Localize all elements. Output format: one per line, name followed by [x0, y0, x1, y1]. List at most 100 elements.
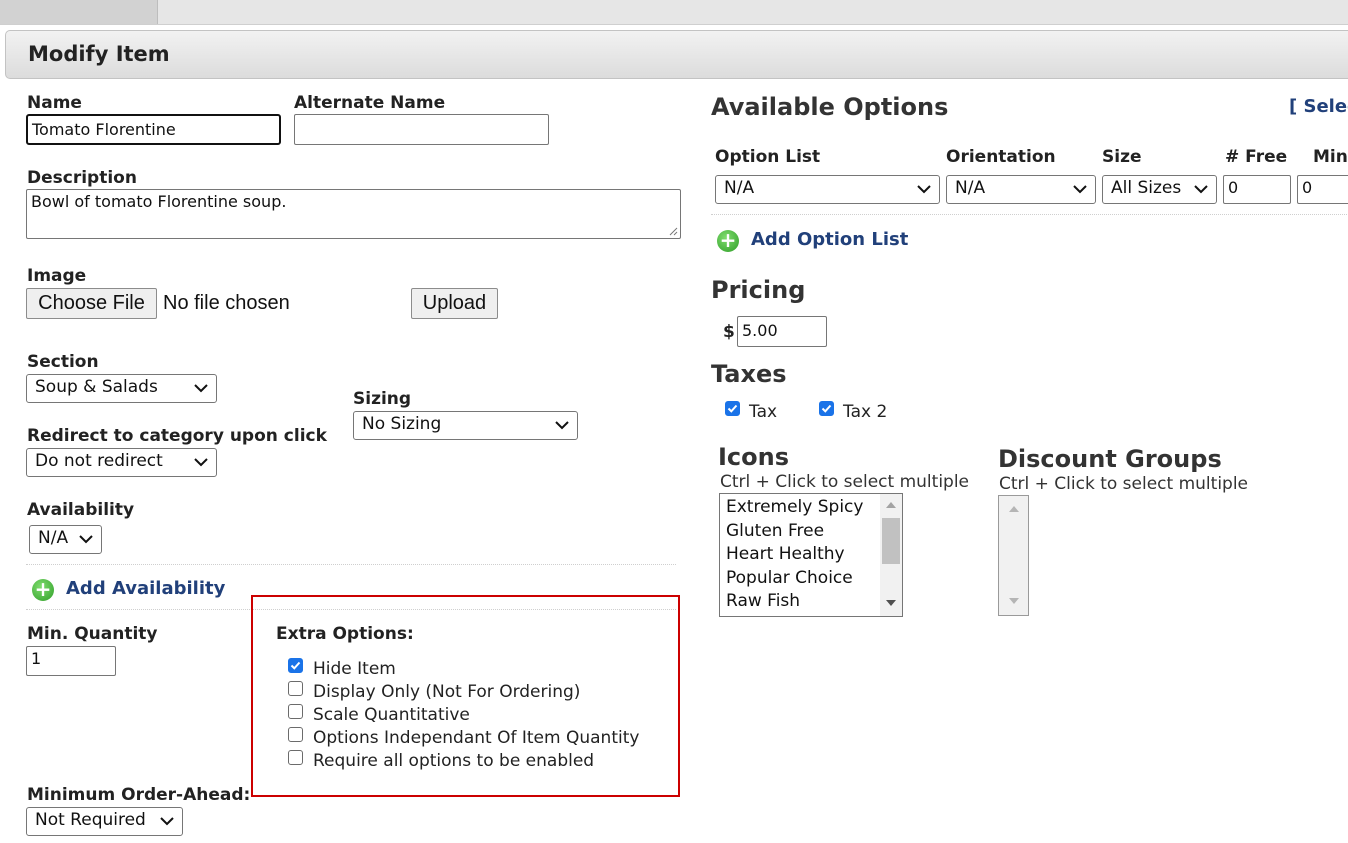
check-icon	[727, 404, 738, 413]
no-file-chosen-text: No file chosen	[163, 292, 290, 314]
upload-button[interactable]: Upload	[411, 288, 498, 319]
free-header: # Free	[1225, 147, 1288, 167]
require-all-options-label: Require all options to be enabled	[313, 751, 595, 771]
redirect-select[interactable]: Do not redirect	[26, 448, 217, 477]
description-label: Description	[27, 168, 137, 188]
image-label: Image	[27, 266, 87, 286]
sizing-select-value: No Sizing	[362, 414, 442, 434]
alternate-name-label: Alternate Name	[294, 93, 446, 113]
panel-header	[5, 30, 1348, 79]
resize-grip-icon[interactable]	[668, 226, 678, 236]
chevron-down-icon	[194, 457, 208, 466]
options-independent-checkbox[interactable]	[288, 727, 303, 742]
icons-list: Extremely Spicy Gluten Free Heart Health…	[720, 496, 880, 614]
add-option-list-link[interactable]: Add Option List	[751, 229, 908, 250]
list-item[interactable]: Raw Fish	[720, 590, 880, 614]
scroll-down-icon[interactable]	[1009, 598, 1019, 604]
tax-2-checkbox[interactable]	[819, 401, 834, 416]
name-label: Name	[27, 93, 82, 113]
orientation-header: Orientation	[946, 147, 1056, 167]
min-quantity-field[interactable]: 1	[26, 646, 116, 676]
section-select[interactable]: Soup & Salads	[26, 374, 217, 403]
free-field[interactable]: 0	[1223, 175, 1291, 204]
chevron-down-icon	[160, 816, 174, 825]
scrollbar-thumb[interactable]	[882, 518, 900, 564]
divider	[26, 564, 676, 565]
tax-2-label: Tax 2	[843, 402, 888, 422]
discount-groups-title: Discount Groups	[998, 445, 1222, 473]
icons-hint: Ctrl + Click to select multiple	[720, 472, 970, 492]
description-textarea[interactable]: Bowl of tomato Florentine soup.	[26, 189, 681, 239]
list-item[interactable]: Extremely Spicy	[720, 496, 880, 520]
panel-title: Modify Item	[28, 42, 170, 66]
tax-label: Tax	[749, 402, 778, 422]
scroll-down-icon[interactable]	[886, 600, 896, 606]
hide-item-checkbox[interactable]	[288, 658, 303, 673]
min-order-ahead-label: Minimum Order-Ahead:	[27, 785, 251, 805]
select-link[interactable]: [ Selec	[1289, 96, 1348, 117]
taxes-title: Taxes	[711, 360, 787, 388]
display-only-label: Display Only (Not For Ordering)	[313, 682, 581, 702]
available-options-title: Available Options	[711, 93, 949, 121]
size-header: Size	[1102, 147, 1142, 167]
name-field[interactable]: Tomato Florentine	[26, 114, 281, 145]
extra-options-title: Extra Options:	[276, 624, 414, 644]
alternate-name-field[interactable]	[294, 114, 549, 145]
option-list-header: Option List	[715, 147, 821, 167]
display-only-checkbox[interactable]	[288, 681, 303, 696]
section-select-value: Soup & Salads	[35, 377, 158, 397]
price-field[interactable]: 5.00	[737, 316, 827, 347]
size-select[interactable]: All Sizes	[1102, 175, 1217, 204]
min-field[interactable]: 0	[1297, 175, 1348, 204]
sizing-select[interactable]: No Sizing	[353, 411, 578, 440]
discount-groups-hint: Ctrl + Click to select multiple	[999, 474, 1249, 494]
add-availability-link[interactable]: Add Availability	[66, 578, 225, 599]
min-header: Min	[1313, 147, 1348, 167]
option-list-select[interactable]: N/A	[715, 175, 940, 204]
option-list-value: N/A	[724, 178, 755, 198]
pricing-title: Pricing	[711, 276, 806, 304]
scrollbar[interactable]	[880, 494, 902, 616]
check-icon	[290, 661, 301, 670]
availability-label: Availability	[27, 500, 135, 520]
add-icon[interactable]: +	[32, 579, 54, 601]
chevron-down-icon	[79, 534, 93, 543]
list-item[interactable]: Popular Choice	[720, 567, 880, 591]
top-tab[interactable]	[0, 0, 158, 24]
choose-file-button[interactable]: Choose File	[26, 288, 157, 319]
redirect-select-value: Do not redirect	[35, 451, 163, 471]
min-order-ahead-value: Not Required	[35, 810, 146, 830]
chevron-down-icon	[194, 383, 208, 392]
scroll-up-icon[interactable]	[1009, 506, 1019, 512]
list-item[interactable]: Heart Healthy	[720, 543, 880, 567]
icons-title: Icons	[718, 443, 790, 471]
require-all-options-checkbox[interactable]	[288, 750, 303, 765]
tax-checkbox[interactable]	[725, 401, 740, 416]
chevron-down-icon	[1194, 184, 1208, 193]
min-order-ahead-select[interactable]: Not Required	[26, 807, 183, 836]
redirect-label: Redirect to category upon click	[27, 426, 327, 446]
scroll-up-icon[interactable]	[886, 502, 896, 508]
hide-item-label: Hide Item	[313, 659, 396, 679]
currency-symbol: $	[723, 322, 735, 342]
min-quantity-label: Min. Quantity	[27, 624, 158, 644]
availability-select-value: N/A	[38, 528, 69, 548]
top-strip	[0, 0, 1348, 25]
section-label: Section	[27, 352, 99, 372]
scale-quantitative-checkbox[interactable]	[288, 704, 303, 719]
description-text: Bowl of tomato Florentine soup.	[31, 192, 287, 211]
chevron-down-icon	[917, 184, 931, 193]
list-item[interactable]: Gluten Free	[720, 520, 880, 544]
orientation-value: N/A	[955, 178, 986, 198]
size-value: All Sizes	[1111, 178, 1182, 198]
divider	[711, 214, 1348, 215]
orientation-select[interactable]: N/A	[946, 175, 1096, 204]
availability-select[interactable]: N/A	[29, 525, 102, 554]
check-icon	[821, 404, 832, 413]
scale-quantitative-label: Scale Quantitative	[313, 705, 470, 725]
chevron-down-icon	[555, 420, 569, 429]
options-independent-label: Options Independant Of Item Quantity	[313, 728, 640, 748]
icons-listbox[interactable]: Extremely Spicy Gluten Free Heart Health…	[719, 493, 903, 617]
add-icon[interactable]: +	[717, 230, 739, 252]
discount-groups-listbox[interactable]	[998, 495, 1029, 616]
